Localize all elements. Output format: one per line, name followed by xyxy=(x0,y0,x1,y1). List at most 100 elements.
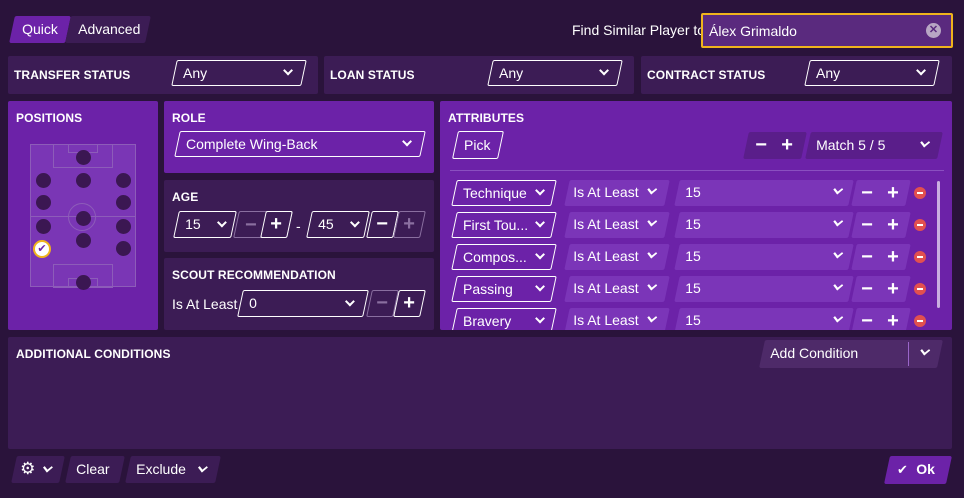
scout-panel: SCOUT RECOMMENDATION Is At Least 0 − + xyxy=(164,258,434,330)
pitch[interactable]: ✔ xyxy=(30,144,136,290)
attribute-value-dropdown[interactable]: 15 xyxy=(674,308,854,330)
scout-increase-button[interactable]: + xyxy=(393,290,426,317)
minus-icon: − xyxy=(376,213,388,235)
remove-attribute-icon[interactable] xyxy=(914,187,926,199)
chevron-down-icon xyxy=(833,248,844,259)
contract-status-value: Any xyxy=(816,65,841,81)
remove-attribute-icon[interactable] xyxy=(914,315,926,327)
transfer-status-dropdown[interactable]: Any xyxy=(171,60,307,86)
age-max-dropdown[interactable]: 45 xyxy=(306,211,370,238)
role-dropdown[interactable]: Complete Wing-Back xyxy=(174,131,426,157)
attribute-increase-button[interactable]: + xyxy=(884,278,902,300)
age-min-increase-button[interactable]: + xyxy=(260,211,293,238)
attribute-value: 15 xyxy=(685,248,701,264)
clear-search-icon[interactable]: ✕ xyxy=(926,23,941,38)
clear-label: Clear xyxy=(76,461,110,477)
attribute-operator-dropdown[interactable]: Is At Least xyxy=(564,308,670,330)
loan-status-panel: LOAN STATUS Any xyxy=(324,56,634,94)
attribute-decrease-button[interactable]: − xyxy=(858,246,876,268)
scout-label: SCOUT RECOMMENDATION xyxy=(172,268,336,282)
attribute-name-dropdown[interactable]: Compos... xyxy=(451,244,557,270)
attribute-name: Bravery xyxy=(463,313,512,329)
loan-status-value: Any xyxy=(499,65,524,81)
match-decrease-button[interactable]: − xyxy=(752,134,770,156)
scout-value-dropdown[interactable]: 0 xyxy=(237,290,369,317)
exclude-dropdown[interactable]: Exclude xyxy=(125,456,221,483)
additional-conditions-label: ADDITIONAL CONDITIONS xyxy=(16,347,171,361)
attribute-name-dropdown[interactable]: Technique xyxy=(451,180,557,206)
attribute-decrease-button[interactable]: − xyxy=(858,310,876,330)
chevron-down-icon xyxy=(833,216,844,227)
add-condition-dropdown[interactable]: Add Condition xyxy=(759,340,943,368)
chevron-down-icon xyxy=(647,280,658,291)
attributes-label: ATTRIBUTES xyxy=(448,111,525,125)
attribute-operator-dropdown[interactable]: Is At Least xyxy=(564,212,670,238)
contract-status-panel: CONTRACT STATUS Any xyxy=(641,56,952,94)
chevron-down-icon xyxy=(402,136,412,147)
attributes-scrollbar[interactable] xyxy=(937,181,940,308)
transfer-status-panel: TRANSFER STATUS Any xyxy=(8,56,318,94)
age-max-value: 45 xyxy=(318,216,334,232)
chevron-down-icon xyxy=(535,249,545,260)
chevron-down-icon xyxy=(920,137,931,148)
age-min-value: 15 xyxy=(185,216,201,232)
age-max-increase-button[interactable]: + xyxy=(393,211,426,238)
chevron-down-icon xyxy=(647,216,658,227)
match-increase-button[interactable]: + xyxy=(778,134,796,156)
tab-advanced[interactable]: Advanced xyxy=(65,16,151,43)
role-value: Complete Wing-Back xyxy=(186,136,318,152)
attribute-stepper: − + xyxy=(851,180,911,206)
attribute-decrease-button[interactable]: − xyxy=(858,182,876,204)
age-separator: - xyxy=(296,218,301,234)
minus-icon: − xyxy=(376,292,388,314)
chevron-down-icon xyxy=(197,462,208,473)
attribute-operator: Is At Least xyxy=(573,216,639,232)
attribute-increase-button[interactable]: + xyxy=(884,182,902,204)
attribute-value-dropdown[interactable]: 15 xyxy=(674,180,854,206)
chevron-down-icon xyxy=(920,345,931,356)
age-min-dropdown[interactable]: 15 xyxy=(173,211,237,238)
remove-attribute-icon[interactable] xyxy=(914,251,926,263)
attribute-row: First Tou... Is At Least 15 − + xyxy=(440,211,952,239)
find-similar-input[interactable]: Álex Grimaldo ✕ xyxy=(701,13,953,48)
pick-label: Pick xyxy=(464,137,491,153)
remove-attribute-icon[interactable] xyxy=(914,219,926,231)
clear-button[interactable]: Clear xyxy=(65,456,125,483)
attribute-operator-dropdown[interactable]: Is At Least xyxy=(564,244,670,270)
contract-status-dropdown[interactable]: Any xyxy=(804,60,940,86)
remove-attribute-icon[interactable] xyxy=(914,283,926,295)
match-stepper: − + xyxy=(743,132,807,159)
attribute-increase-button[interactable]: + xyxy=(884,214,902,236)
pick-button[interactable]: Pick xyxy=(452,131,504,159)
chevron-down-icon xyxy=(535,217,545,228)
attribute-stepper: − + xyxy=(851,244,911,270)
attribute-operator-dropdown[interactable]: Is At Least xyxy=(564,276,670,302)
attribute-value-dropdown[interactable]: 15 xyxy=(674,244,854,270)
attribute-operator-dropdown[interactable]: Is At Least xyxy=(564,180,670,206)
attribute-increase-button[interactable]: + xyxy=(884,246,902,268)
check-icon: ✔ xyxy=(897,462,908,477)
age-min-decrease-button[interactable]: − xyxy=(241,214,261,236)
attribute-name-dropdown[interactable]: First Tou... xyxy=(451,212,557,238)
attribute-name-dropdown[interactable]: Bravery xyxy=(451,308,557,330)
settings-button[interactable]: ⚙ xyxy=(11,456,65,483)
chevron-down-icon xyxy=(833,312,844,323)
ok-button[interactable]: ✔ Ok xyxy=(884,456,952,484)
tab-quick[interactable]: Quick xyxy=(9,16,71,43)
contract-status-label: CONTRACT STATUS xyxy=(647,68,766,82)
find-similar-label: Find Similar Player to xyxy=(572,22,706,38)
attribute-decrease-button[interactable]: − xyxy=(858,214,876,236)
transfer-status-value: Any xyxy=(183,65,208,81)
chevron-down-icon xyxy=(535,281,545,292)
loan-status-dropdown[interactable]: Any xyxy=(487,60,623,86)
add-condition-label: Add Condition xyxy=(770,345,859,361)
attribute-row: Passing Is At Least 15 − + xyxy=(440,275,952,303)
tab-quick-label: Quick xyxy=(22,21,58,37)
attribute-value-dropdown[interactable]: 15 xyxy=(674,212,854,238)
attribute-value-dropdown[interactable]: 15 xyxy=(674,276,854,302)
match-dropdown[interactable]: Match 5 / 5 xyxy=(805,132,943,159)
selected-position-check-icon[interactable]: ✔ xyxy=(33,240,51,258)
attribute-name-dropdown[interactable]: Passing xyxy=(451,276,557,302)
attribute-decrease-button[interactable]: − xyxy=(858,278,876,300)
attribute-increase-button[interactable]: + xyxy=(884,310,902,330)
